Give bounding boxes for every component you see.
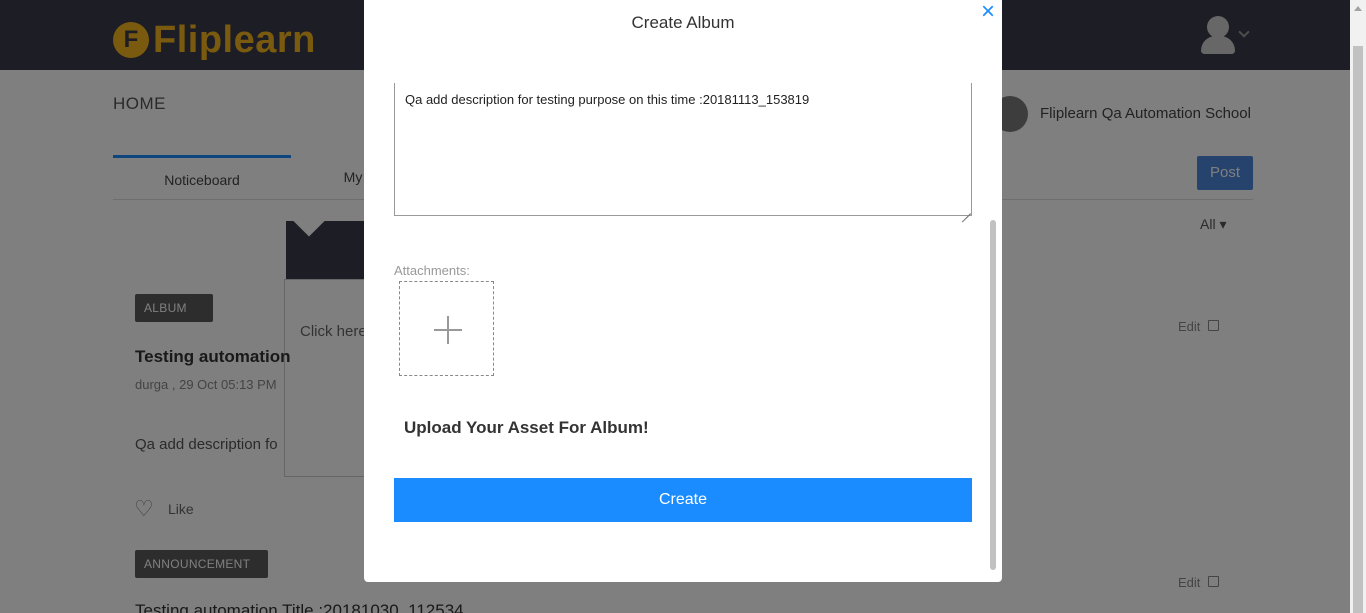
scroll-up-arrow-icon[interactable] — [1354, 6, 1362, 11]
upload-message: Upload Your Asset For Album! — [404, 418, 649, 437]
page-scrollbar-thumb[interactable] — [1353, 46, 1363, 613]
description-field[interactable]: Qa add description for testing purpose o… — [394, 83, 972, 216]
textarea-resize-handle[interactable] — [961, 204, 971, 214]
create-album-modal: Create Album × Qa add description for te… — [364, 0, 1002, 582]
attachments-label: Attachments: — [394, 263, 470, 278]
create-button[interactable]: Create — [394, 478, 972, 522]
modal-scrollbar-thumb[interactable] — [990, 220, 996, 570]
plus-icon-vertical — [447, 316, 449, 344]
close-icon[interactable]: × — [978, 0, 998, 24]
modal-title: Create Album — [631, 13, 735, 32]
add-attachment-button[interactable] — [399, 281, 494, 376]
